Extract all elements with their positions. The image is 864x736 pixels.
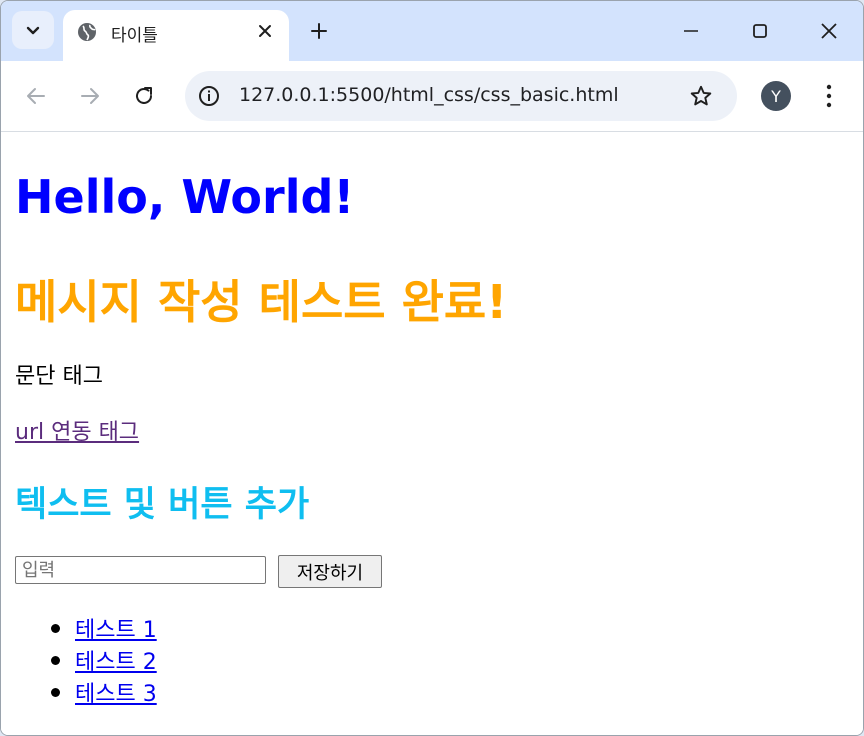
profile-avatar[interactable]: Y: [761, 81, 791, 111]
bullet-icon: [51, 624, 60, 633]
maximize-icon[interactable]: [750, 21, 770, 41]
save-button[interactable]: 저장하기: [278, 555, 382, 588]
page-content: Hello, World! 메시지 작성 테스트 완료! 문단 태그 url 연…: [1, 132, 863, 735]
bullet-icon: [51, 688, 60, 697]
url-link[interactable]: url 연동 태그: [15, 414, 139, 446]
subheading: 텍스트 및 버튼 추가: [15, 485, 310, 525]
info-icon[interactable]: [197, 84, 221, 108]
minimize-icon[interactable]: [681, 21, 701, 41]
tab-title: 타이틀: [111, 26, 158, 46]
heading-hello: Hello, World!: [15, 170, 355, 224]
arrow-left-icon[interactable]: [25, 85, 47, 107]
star-icon[interactable]: [689, 84, 713, 108]
profile-initial: Y: [771, 86, 781, 106]
chevron-down-icon: [26, 26, 40, 35]
browser-toolbar: 127.0.0.1:5500/html_css/css_basic.html Y: [1, 61, 863, 132]
heading-message: 메시지 작성 테스트 완료!: [15, 275, 508, 329]
plus-icon[interactable]: [309, 21, 329, 41]
arrow-right-icon[interactable]: [79, 85, 101, 107]
reload-icon[interactable]: [133, 85, 155, 107]
close-icon[interactable]: [819, 21, 839, 41]
tab-active[interactable]: 타이틀: [63, 10, 289, 61]
bullet-icon: [51, 656, 60, 665]
url-text[interactable]: 127.0.0.1:5500/html_css/css_basic.html: [239, 84, 619, 106]
list-link-2[interactable]: 테스트 2: [75, 644, 157, 676]
tab-search-button[interactable]: [12, 11, 54, 49]
close-icon[interactable]: [258, 24, 272, 38]
tab-strip: 타이틀: [1, 1, 863, 61]
list-link-3[interactable]: 테스트 3: [75, 676, 157, 708]
text-input[interactable]: [15, 556, 266, 584]
browser-window: 타이틀 127.0.0.1:5500/html_css/css_basic.ht…: [0, 0, 864, 736]
more-vertical-icon[interactable]: [821, 83, 837, 109]
address-bar[interactable]: 127.0.0.1:5500/html_css/css_basic.html: [185, 71, 737, 121]
globe-icon: [78, 23, 96, 41]
list-link-1[interactable]: 테스트 1: [75, 612, 157, 644]
paragraph: 문단 태그: [15, 364, 103, 389]
